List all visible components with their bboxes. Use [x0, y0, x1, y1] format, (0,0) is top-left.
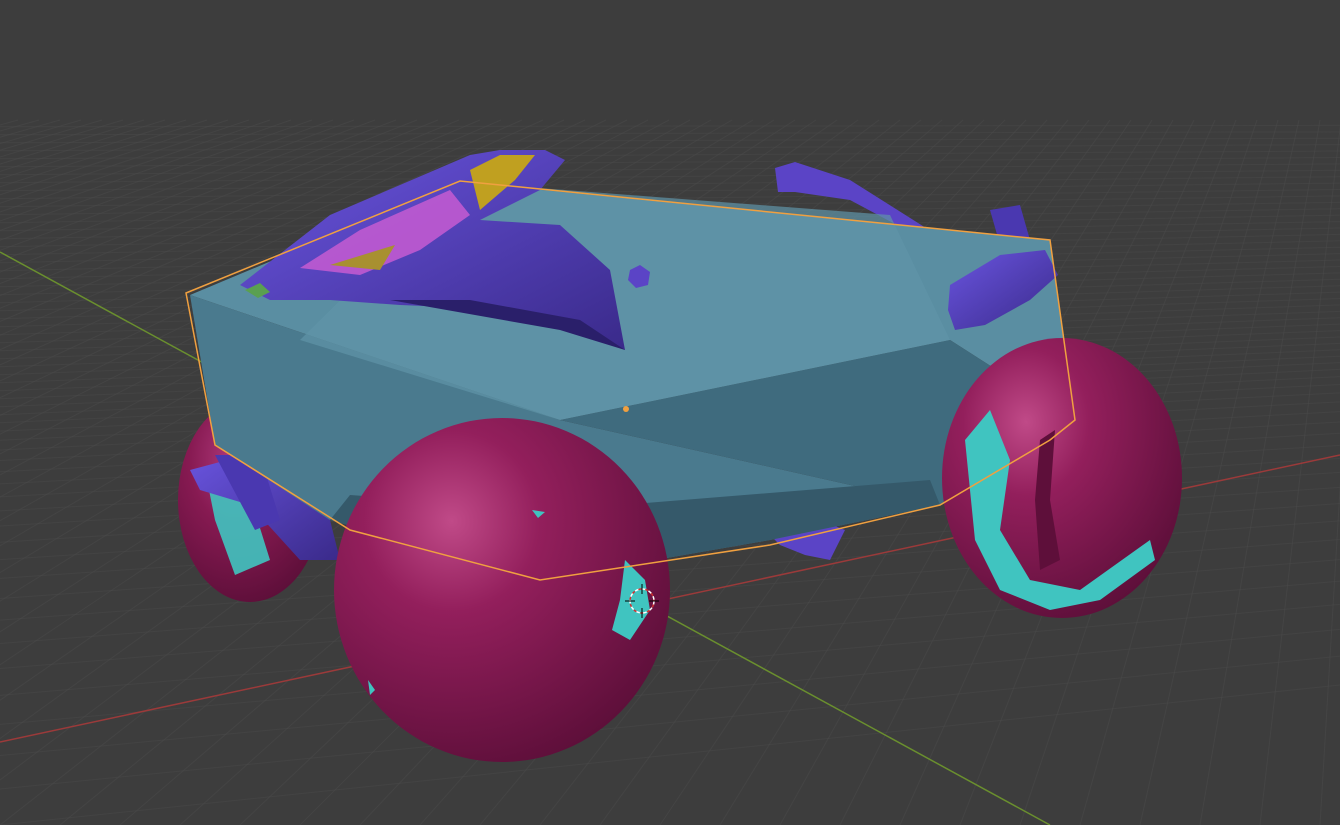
3d-viewport[interactable] [0, 0, 1340, 825]
wheel-front-right[interactable] [942, 338, 1182, 618]
viewport-scene[interactable] [0, 0, 1340, 825]
wheel-front-left[interactable] [334, 418, 670, 762]
object-origin-dot [623, 406, 629, 412]
